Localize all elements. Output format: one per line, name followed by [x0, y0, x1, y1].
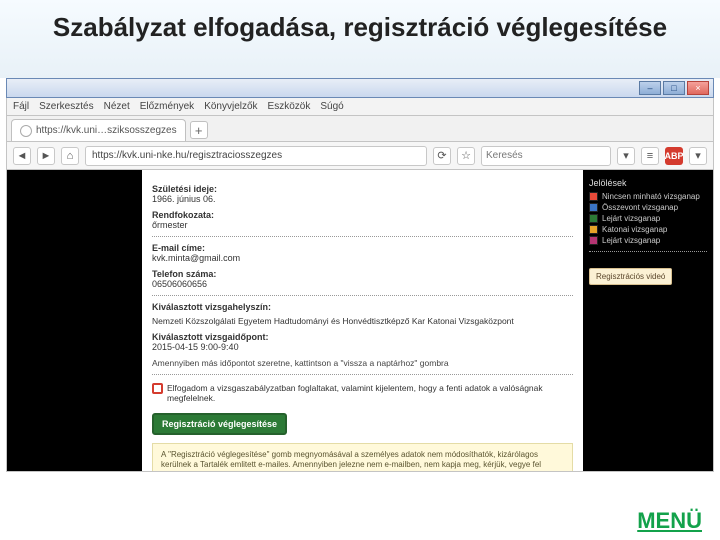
menu-item-edit[interactable]: Szerkesztés	[39, 101, 93, 112]
label-email: E-mail címe:	[152, 243, 573, 253]
accept-checkbox[interactable]	[152, 383, 163, 394]
tab-active[interactable]: https://kvk.uni…sziksosszegzes	[11, 119, 186, 141]
accept-text: Elfogadom a vizsgaszabályzatban foglalta…	[167, 383, 573, 403]
legend-swatch-icon	[589, 214, 598, 223]
menu-item-history[interactable]: Előzmények	[140, 101, 194, 112]
registration-video-button[interactable]: Regisztrációs videó	[589, 268, 672, 285]
label-phone: Telefon száma:	[152, 269, 573, 279]
legend-text: Lejárt vizsganap	[602, 236, 660, 245]
menu-item-bookmarks[interactable]: Könyvjelzők	[204, 101, 257, 112]
label-exam-place: Kiválasztott vizsgahelyszín:	[152, 302, 573, 312]
forward-button[interactable]: ►	[37, 147, 55, 165]
legend-swatch-icon	[589, 236, 598, 245]
legend-title: Jelölések	[589, 178, 707, 188]
dropdown-button[interactable]: ▾	[617, 147, 635, 165]
menu-bar: Fájl Szerkesztés Nézet Előzmények Könyvj…	[6, 98, 714, 116]
bookmark-star-icon[interactable]: ☆	[457, 147, 475, 165]
value-rank: őrmester	[152, 220, 573, 230]
legend-sidebar: Jelölések Nincsen minható vizsganap Össz…	[583, 170, 713, 471]
menu-item-view[interactable]: Nézet	[104, 101, 130, 112]
maximize-button[interactable]: □	[663, 81, 685, 95]
finalize-button[interactable]: Regisztráció véglegesítése	[152, 413, 287, 435]
window-titlebar: – □ ×	[6, 78, 714, 98]
registration-form: Születési ideje: 1966. június 06. Rendfo…	[142, 170, 583, 471]
legend-swatch-icon	[589, 192, 598, 201]
search-input[interactable]: Keresés	[481, 146, 611, 166]
back-button[interactable]: ◄	[13, 147, 31, 165]
info-note: A "Regisztráció véglegesítése" gomb megn…	[152, 443, 573, 471]
menu-item-help[interactable]: Súgó	[320, 101, 343, 112]
legend-item: Összevont vizsganap	[589, 203, 707, 212]
close-button[interactable]: ×	[687, 81, 709, 95]
label-exam-time: Kiválasztott vizsgaidőpont:	[152, 332, 573, 342]
browser-window: – □ × Fájl Szerkesztés Nézet Előzmények …	[6, 78, 714, 472]
reload-button[interactable]: ⟳	[433, 147, 451, 165]
legend-item: Lejárt vizsganap	[589, 214, 707, 223]
menu-item-tools[interactable]: Eszközök	[268, 101, 311, 112]
legend-item: Nincsen minható vizsganap	[589, 192, 707, 201]
abp-icon[interactable]: ABP	[665, 147, 683, 165]
legend-item: Katonai vizsganap	[589, 225, 707, 234]
legend-text: Nincsen minható vizsganap	[602, 192, 700, 201]
value-exam-time: 2015-04-15 9:00-9:40	[152, 342, 573, 352]
menu-item-file[interactable]: Fájl	[13, 101, 29, 112]
page-left-gutter	[7, 170, 142, 471]
page-body: Születési ideje: 1966. június 06. Rendfo…	[6, 170, 714, 472]
back-hint-text: Amennyiben más időpontot szeretne, katti…	[152, 358, 573, 368]
toolbar: ◄ ► ⌂ https://kvk.uni-nke.hu/regisztraci…	[6, 142, 714, 170]
globe-icon	[20, 125, 32, 137]
label-rank: Rendfokozata:	[152, 210, 573, 220]
value-phone: 06506060656	[152, 279, 573, 289]
legend-item: Lejárt vizsganap	[589, 236, 707, 245]
value-exam-place: Nemzeti Közszolgálati Egyetem Hadtudomán…	[152, 316, 573, 326]
legend-text: Katonai vizsganap	[602, 225, 667, 234]
value-email: kvk.minta@gmail.com	[152, 253, 573, 263]
legend-text: Lejárt vizsganap	[602, 214, 660, 223]
legend-swatch-icon	[589, 203, 598, 212]
minimize-button[interactable]: –	[639, 81, 661, 95]
label-birth: Születési ideje:	[152, 184, 573, 194]
page-title: Szabályzat elfogadása, regisztráció végl…	[0, 12, 720, 43]
new-tab-button[interactable]: +	[190, 121, 208, 139]
hamburger-menu-icon[interactable]: ≡	[641, 147, 659, 165]
address-bar[interactable]: https://kvk.uni-nke.hu/regisztraciosszeg…	[85, 146, 427, 166]
overflow-dropdown-icon[interactable]: ▾	[689, 147, 707, 165]
tab-label: https://kvk.uni…sziksosszegzes	[36, 125, 177, 136]
legend-text: Összevont vizsganap	[602, 203, 678, 212]
home-button[interactable]: ⌂	[61, 147, 79, 165]
menu-link[interactable]: MENÜ	[637, 508, 702, 534]
legend-swatch-icon	[589, 225, 598, 234]
search-placeholder: Keresés	[486, 150, 523, 161]
tab-strip: https://kvk.uni…sziksosszegzes +	[6, 116, 714, 142]
value-birth: 1966. június 06.	[152, 194, 573, 204]
